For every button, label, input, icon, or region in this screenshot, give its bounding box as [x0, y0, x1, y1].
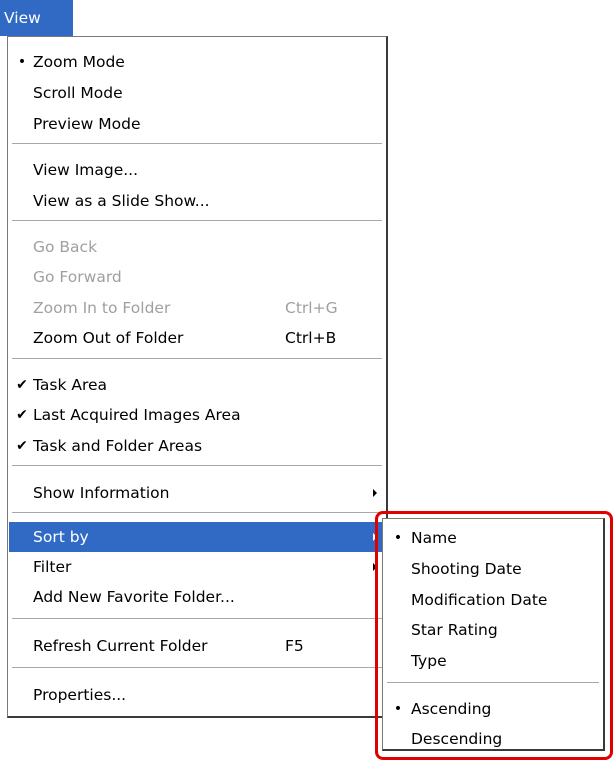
menu-item-view-image[interactable]: View Image... [9, 155, 385, 185]
menu-item-label: Zoom Out of Folder [33, 329, 184, 347]
menu-item-preview-mode[interactable]: Preview Mode [9, 109, 385, 139]
menu-item-task-folder-areas[interactable]: ✔ Task and Folder Areas [9, 431, 385, 461]
menu-item-label: Refresh Current Folder [33, 637, 208, 655]
menu-item-label: View as a Slide Show... [33, 192, 210, 210]
menu-separator [387, 682, 599, 684]
view-menu: • Zoom Mode Scroll Mode Preview Mode Vie… [7, 36, 388, 718]
menu-item-task-area[interactable]: ✔ Task Area [9, 370, 385, 400]
checkmark-icon: ✔ [16, 407, 28, 423]
submenu-item-star-rating[interactable]: Star Rating [384, 615, 602, 645]
submenu-arrow-icon [373, 563, 377, 571]
menu-item-label: Zoom Mode [33, 53, 125, 71]
menu-separator [12, 465, 382, 467]
submenu-arrow-icon [373, 489, 377, 497]
menubar-view-label: View [4, 9, 41, 27]
shortcut-label: F5 [285, 637, 304, 655]
menu-item-label: Name [411, 529, 457, 547]
menu-item-label: Scroll Mode [33, 84, 123, 102]
menu-item-label: Go Back [33, 238, 98, 256]
menu-item-label: Star Rating [411, 621, 498, 639]
menu-item-label: Modification Date [411, 591, 548, 609]
menu-item-label: Task Area [33, 376, 108, 394]
submenu-item-type[interactable]: Type [384, 646, 602, 676]
menu-separator [12, 358, 382, 360]
menu-item-label: Sort by [33, 528, 89, 546]
shortcut-label: Ctrl+G [285, 299, 338, 317]
menu-item-label: Type [411, 652, 447, 670]
menu-item-properties[interactable]: Properties... [9, 680, 385, 710]
menu-item-label: Preview Mode [33, 115, 141, 133]
menu-item-refresh-folder[interactable]: Refresh Current Folder F5 [9, 631, 385, 661]
submenu-item-ascending[interactable]: • Ascending [384, 694, 602, 724]
menu-item-zoom-in-folder[interactable]: Zoom In to Folder Ctrl+G [9, 293, 385, 323]
menu-item-last-acquired-area[interactable]: ✔ Last Acquired Images Area [9, 400, 385, 430]
submenu-arrow-icon [373, 533, 377, 541]
menu-separator [12, 220, 382, 222]
submenu-item-name[interactable]: • Name [384, 523, 602, 553]
menu-item-label: Go Forward [33, 268, 122, 286]
radio-bullet-icon: • [17, 54, 27, 70]
menu-separator [12, 512, 382, 514]
menu-item-add-favorite-folder[interactable]: Add New Favorite Folder... [9, 582, 385, 612]
submenu-item-descending[interactable]: Descending [384, 724, 602, 754]
menu-item-view-slide-show[interactable]: View as a Slide Show... [9, 186, 385, 216]
menu-item-label: Ascending [411, 700, 492, 718]
submenu-item-shooting-date[interactable]: Shooting Date [384, 554, 602, 584]
menu-item-show-information[interactable]: Show Information [9, 478, 385, 508]
menu-separator [12, 667, 382, 669]
menu-item-zoom-mode[interactable]: • Zoom Mode [9, 47, 385, 77]
menu-item-scroll-mode[interactable]: Scroll Mode [9, 78, 385, 108]
checkmark-icon: ✔ [16, 377, 28, 393]
menu-item-label: Descending [411, 730, 503, 748]
checkmark-icon: ✔ [16, 438, 28, 454]
menu-item-sort-by[interactable]: Sort by [9, 522, 385, 552]
shortcut-label: Ctrl+B [285, 329, 337, 347]
menu-item-label: View Image... [33, 161, 139, 179]
radio-bullet-icon: • [393, 701, 403, 717]
submenu-item-modification-date[interactable]: Modification Date [384, 585, 602, 615]
menu-item-label: Shooting Date [411, 560, 522, 578]
menu-item-label: Filter [33, 558, 72, 576]
menu-separator [12, 143, 382, 145]
menu-item-label: Add New Favorite Folder... [33, 588, 235, 606]
menubar-view[interactable]: View [0, 0, 73, 36]
menu-item-label: Task and Folder Areas [33, 437, 203, 455]
radio-bullet-icon: • [393, 530, 403, 546]
sort-by-submenu: • Name Shooting Date Modification Date S… [382, 518, 605, 751]
menu-item-label: Zoom In to Folder [33, 299, 171, 317]
menu-item-go-back[interactable]: Go Back [9, 232, 385, 262]
menu-separator [12, 618, 382, 620]
menu-item-go-forward[interactable]: Go Forward [9, 262, 385, 292]
menu-item-filter[interactable]: Filter [9, 552, 385, 582]
menu-item-label: Show Information [33, 484, 170, 502]
menu-item-label: Last Acquired Images Area [33, 406, 241, 424]
menu-item-zoom-out-folder[interactable]: Zoom Out of Folder Ctrl+B [9, 323, 385, 353]
menu-item-label: Properties... [33, 686, 127, 704]
